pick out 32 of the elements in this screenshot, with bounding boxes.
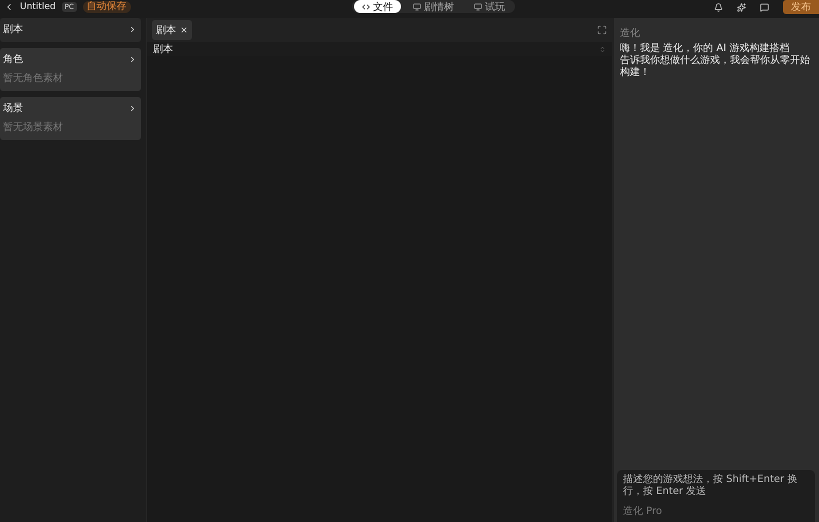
project-title: Untitled <box>20 2 56 12</box>
sidebar-card[interactable]: 场景 暂无场景素材 <box>0 97 141 140</box>
status-tag: 自动保存 <box>82 1 131 13</box>
card-title: 剧本 <box>3 22 23 36</box>
card-title: 场景 <box>3 102 23 115</box>
bell-icon[interactable] <box>714 2 723 12</box>
code-icon <box>362 2 370 10</box>
sidebar-card[interactable]: 角色 暂无角色素材 <box>0 48 141 91</box>
chat-icon[interactable] <box>760 2 769 12</box>
monitor-icon <box>474 2 482 10</box>
card-title: 角色 <box>3 53 23 66</box>
empty-note: 暂无场景素材 <box>3 120 64 134</box>
assistant-name: 造化 <box>620 26 641 40</box>
sparkle-icon[interactable] <box>737 2 746 12</box>
document-title: 剧本 <box>153 42 173 56</box>
sidebar-card[interactable]: 剧本 <box>0 18 141 42</box>
monitor-icon <box>413 2 421 10</box>
chat-input[interactable]: 描述您的游戏想法，按 Shift+Enter 换行，按 Enter 发送 <box>623 474 809 500</box>
chevron-right-icon[interactable] <box>128 54 137 64</box>
empty-note: 暂无角色素材 <box>3 72 64 85</box>
fullscreen-icon[interactable] <box>597 25 607 35</box>
close-icon[interactable] <box>180 26 188 34</box>
model-label: 造化 Pro <box>623 504 664 518</box>
chevron-right-icon[interactable] <box>128 24 137 34</box>
view-tab[interactable]: 文件 <box>354 0 401 13</box>
chat-message: 嗨！我是 造化，你的 AI 游戏构建搭档 <box>620 43 790 54</box>
view-tab[interactable]: 试玩 <box>466 0 513 13</box>
chevron-right-icon[interactable] <box>128 104 137 112</box>
view-tab[interactable]: 剧情树 <box>405 0 462 13</box>
editor-tab[interactable]: 剧本 <box>152 20 192 40</box>
chat-message: 告诉我你想做什么游戏，我会帮你从零开始构建！ <box>620 55 811 79</box>
chat-input-box[interactable]: 描述您的游戏想法，按 Shift+Enter 换行，按 Enter 发送 造化 Pro <box>617 470 815 522</box>
